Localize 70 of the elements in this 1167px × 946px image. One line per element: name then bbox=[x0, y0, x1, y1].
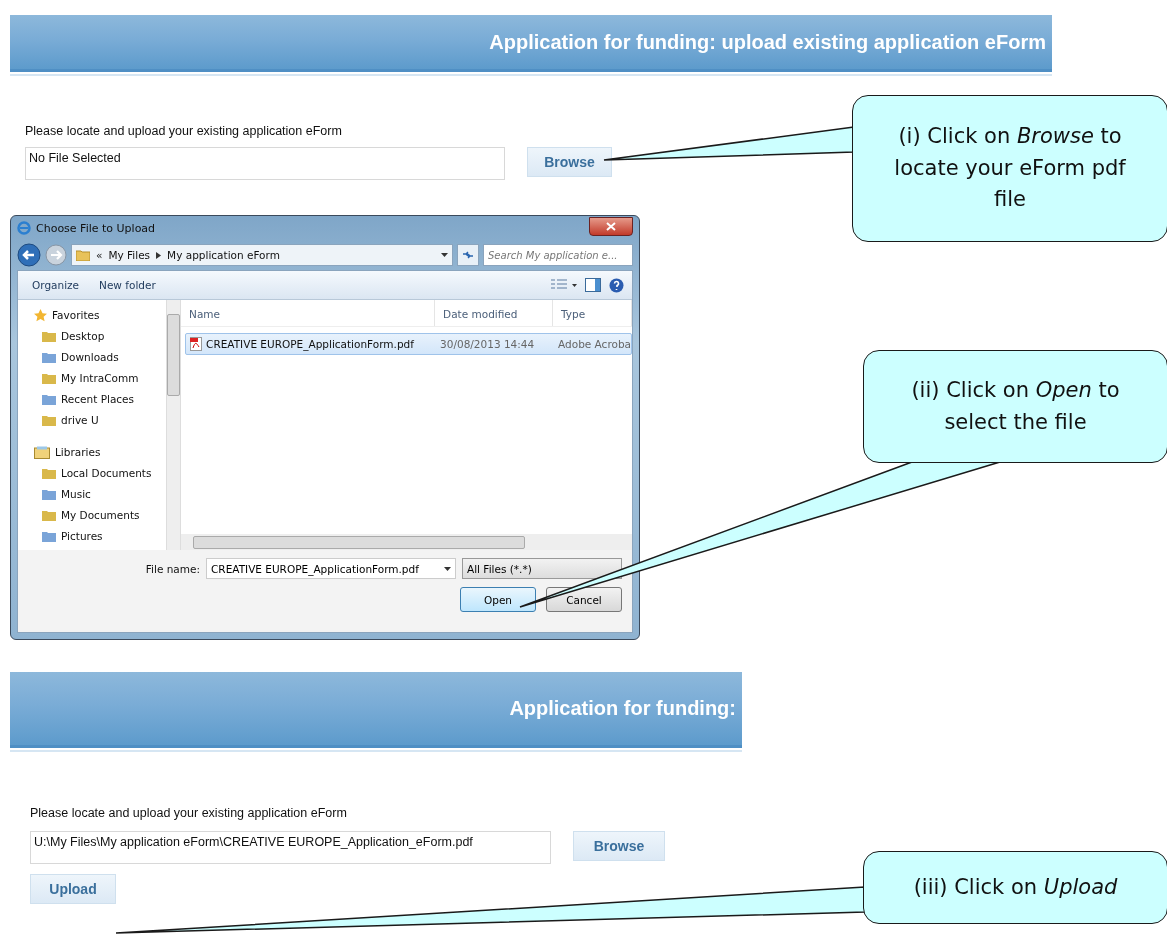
upload-button[interactable]: Upload bbox=[30, 874, 116, 904]
close-icon bbox=[606, 221, 616, 231]
column-header[interactable]: Name bbox=[181, 300, 436, 326]
nav-item[interactable]: Recent Places bbox=[42, 390, 167, 408]
type-cell-text: Adobe Acroba bbox=[557, 338, 631, 350]
nav-item[interactable]: Local Documents bbox=[42, 464, 167, 482]
organize-button[interactable]: Organize bbox=[26, 277, 86, 293]
nav-item[interactable]: Pictures bbox=[42, 527, 167, 545]
chevron-icon bbox=[156, 251, 162, 259]
callout-note: (ii) Click on Open to select the file bbox=[863, 350, 1167, 463]
folder-icon bbox=[42, 351, 56, 363]
folder-icon bbox=[42, 372, 56, 384]
header-title: Application for funding: upload existing application eForm bbox=[489, 30, 1046, 54]
folder-icon bbox=[42, 330, 56, 342]
folder-icon bbox=[42, 467, 56, 479]
browse-button[interactable]: Browse bbox=[527, 147, 612, 177]
browse-button[interactable]: Browse bbox=[573, 831, 665, 861]
dropdown-caret-icon[interactable] bbox=[444, 566, 451, 571]
folder-icon bbox=[76, 249, 90, 261]
open-button[interactable]: Open bbox=[460, 587, 536, 612]
address-bar[interactable]: « My Files My application eForm bbox=[71, 244, 453, 266]
browser-icon bbox=[17, 221, 31, 235]
nav-item[interactable]: Music bbox=[42, 485, 167, 503]
pdf-file-icon bbox=[190, 337, 203, 351]
view-options-icon[interactable] bbox=[551, 279, 577, 291]
file-name-field[interactable]: CREATIVE EUROPE_ApplicationForm.pdf bbox=[206, 558, 456, 579]
header-title: Application for funding: bbox=[509, 697, 736, 720]
nav-group[interactable]: Libraries bbox=[34, 443, 167, 461]
horizontal-scrollbar[interactable] bbox=[181, 534, 632, 550]
refresh-icon bbox=[462, 251, 474, 259]
search-field[interactable]: Search My application e... bbox=[483, 244, 633, 266]
file-path-field[interactable]: U:\My Files\My application eForm\CREATIVE EUROPE_Application_eForm.pdf bbox=[30, 831, 551, 864]
upload-prompt: Please locate and upload your existing application eForm bbox=[30, 806, 347, 820]
preview-pane-icon[interactable] bbox=[585, 278, 601, 292]
library-icon bbox=[34, 445, 50, 459]
folder-icon bbox=[42, 509, 56, 521]
file-type-dropdown[interactable]: All Files (*.*) bbox=[462, 558, 622, 579]
folder-icon bbox=[42, 488, 56, 500]
back-icon[interactable] bbox=[17, 243, 41, 267]
help-icon[interactable] bbox=[609, 277, 624, 293]
file-path-field[interactable]: No File Selected bbox=[25, 147, 505, 180]
folder-icon bbox=[42, 530, 56, 542]
nav-item[interactable]: Desktop bbox=[42, 327, 167, 345]
cancel-button[interactable]: Cancel bbox=[546, 587, 622, 612]
callout-note: (iii) Click on Upload bbox=[863, 851, 1167, 924]
folder-icon bbox=[42, 414, 56, 426]
callout-note: (i) Click on Browse to locate your eForm pdf file bbox=[852, 95, 1167, 242]
nav-item[interactable]: drive U bbox=[42, 411, 167, 429]
nav-item[interactable]: My Documents bbox=[42, 506, 167, 524]
close-button[interactable] bbox=[589, 216, 633, 236]
file-row[interactable]: CREATIVE EUROPE_ApplicationForm.pdf 30/08/2013 14:44 Adobe Acroba bbox=[185, 333, 632, 355]
nav-item[interactable]: My IntraComm bbox=[42, 369, 167, 387]
nav-item[interactable]: Downloads bbox=[42, 348, 167, 366]
breadcrumb-item[interactable]: My application eForm bbox=[167, 249, 280, 261]
new-folder-button[interactable]: New folder bbox=[93, 277, 162, 293]
upload-prompt: Please locate and upload your existing application eForm bbox=[25, 124, 342, 138]
file-name-label: File name: bbox=[145, 562, 200, 575]
column-header[interactable]: Date modified bbox=[435, 300, 554, 326]
folder-icon bbox=[42, 393, 56, 405]
file-name-cell: CREATIVE EUROPE_ApplicationForm.pdf bbox=[186, 337, 437, 351]
dialog-title: Choose File to Upload bbox=[36, 221, 157, 235]
dropdown-caret-icon[interactable] bbox=[441, 253, 448, 257]
vertical-scrollbar[interactable] bbox=[166, 300, 182, 550]
column-header[interactable]: Type bbox=[553, 300, 632, 326]
breadcrumb-item[interactable]: My Files bbox=[108, 249, 151, 261]
date-cell-text: 30/08/2013 14:44 bbox=[439, 338, 536, 350]
breadcrumb-item[interactable]: « bbox=[96, 249, 103, 261]
refresh-button[interactable] bbox=[457, 244, 479, 266]
nav-group[interactable]: Favorites bbox=[34, 306, 167, 324]
star-icon bbox=[34, 308, 47, 322]
